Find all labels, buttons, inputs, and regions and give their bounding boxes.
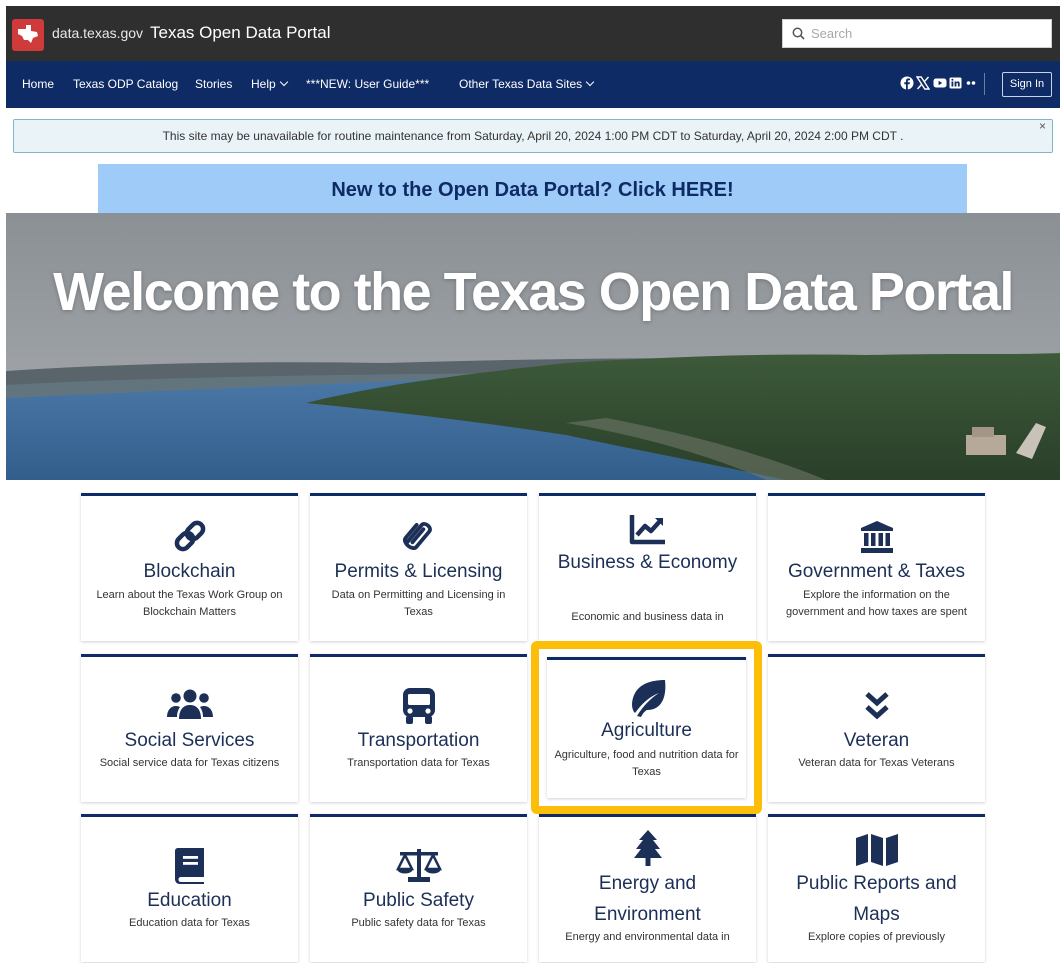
card-description: Economic and business data in: [571, 611, 724, 623]
card-description: Social service data for Texas citizens: [99, 757, 280, 769]
card-title: Public Reports and Maps: [796, 873, 957, 925]
category-card-social-services[interactable]: Social Services Social service data for …: [81, 654, 298, 802]
nav-item-catalog[interactable]: Texas ODP Catalog: [73, 77, 178, 91]
new-user-banner-link[interactable]: New to the Open Data Portal? Click HERE!: [98, 164, 967, 214]
users-icon: [166, 689, 213, 719]
category-card-permits-licensing[interactable]: Permits & Licensing Data on Permitting a…: [310, 493, 527, 641]
nav-item-stories[interactable]: Stories: [195, 77, 232, 91]
nav-item-user-guide[interactable]: ***NEW: User Guide***: [306, 77, 429, 91]
search-input[interactable]: [811, 23, 1047, 44]
category-card-education[interactable]: Education Education data for Texas: [81, 814, 298, 962]
card-title: Permits & Licensing: [334, 561, 503, 582]
linkedin-icon[interactable]: [949, 76, 963, 90]
card-title: Social Services: [124, 730, 255, 751]
lake-landscape-image: [6, 213, 1060, 480]
chevron-down-icon: [279, 77, 288, 87]
nav-item-other-sites[interactable]: Other Texas Data Sites: [459, 77, 595, 91]
search-icon: [792, 27, 805, 40]
search-box[interactable]: [782, 19, 1052, 48]
nav-item-help[interactable]: Help: [251, 77, 288, 91]
nav-label: Home: [22, 77, 55, 91]
nav-divider: [984, 73, 985, 95]
nav-label: Other Texas Data Sites: [459, 77, 583, 91]
bus-icon: [402, 688, 435, 724]
main-nav: Home Texas ODP Catalog Stories Help ***N…: [6, 61, 1060, 108]
card-description: Energy and environmental data in: [565, 931, 730, 943]
category-card-transportation[interactable]: Transportation Transportation data for T…: [310, 654, 527, 802]
card-title: Public Safety: [363, 890, 474, 911]
card-title: Blockchain: [143, 561, 236, 582]
chevron-down-icon: [585, 77, 595, 87]
card-description: Explore copies of previously: [808, 931, 945, 943]
category-card-public-safety[interactable]: Public Safety Public safety data for Tex…: [310, 814, 527, 962]
youtube-icon[interactable]: [933, 76, 947, 90]
category-card-public-reports-maps[interactable]: Public Reports and Maps Explore copies o…: [768, 814, 985, 962]
card-description: Public safety data for Texas: [351, 917, 486, 929]
card-description: Data on Permitting and Licensing in Texa…: [331, 589, 506, 618]
nav-label: Texas ODP Catalog: [73, 77, 179, 91]
category-card-veteran[interactable]: Veteran Veteran data for Texas Veterans: [768, 654, 985, 802]
category-card-business-economy[interactable]: Business & Economy Economic and business…: [539, 493, 756, 641]
landmark-icon: [860, 521, 893, 553]
chevron-double-down-icon: [864, 692, 889, 720]
card-title: Energy and Environment: [594, 873, 701, 925]
card-title: Veteran: [843, 730, 910, 751]
alert-message: This site may be unavailable for routine…: [162, 129, 904, 143]
site-title[interactable]: Texas Open Data Portal: [150, 23, 330, 43]
hero-banner: Welcome to the Texas Open Data Portal: [6, 213, 1060, 480]
category-card-energy-environment[interactable]: Energy and Environment Energy and enviro…: [539, 814, 756, 962]
top-header: data.texas.gov Texas Open Data Portal: [6, 6, 1060, 61]
chart-line-icon: [629, 515, 665, 545]
texas-star-logo[interactable]: [12, 19, 44, 51]
close-icon[interactable]: ×: [1039, 110, 1046, 142]
card-description: Transportation data for Texas: [347, 757, 490, 769]
more-icon[interactable]: [966, 76, 976, 90]
map-icon: [855, 834, 898, 866]
nav-item-home[interactable]: Home: [22, 77, 54, 91]
card-description: Learn about the Texas Work Group on Bloc…: [96, 589, 283, 618]
maintenance-alert: This site may be unavailable for routine…: [13, 119, 1053, 153]
card-description: Explore the information on the governmen…: [785, 589, 967, 618]
sign-in-button[interactable]: Sign In: [1002, 72, 1052, 97]
paperclip-icon: [402, 522, 432, 550]
card-description: Veteran data for Texas Veterans: [798, 757, 955, 769]
tree-icon: [633, 830, 662, 866]
link-icon: [174, 520, 205, 552]
highlight-frame: [531, 641, 762, 814]
card-title: Transportation: [357, 730, 480, 751]
category-card-government-taxes[interactable]: Government & Taxes Explore the informati…: [768, 493, 985, 641]
nav-label: ***NEW: User Guide***: [306, 77, 430, 91]
x-icon[interactable]: [916, 76, 930, 90]
hero-title: Welcome to the Texas Open Data Portal: [53, 262, 1014, 322]
card-description: Education data for Texas: [129, 917, 250, 929]
category-card-blockchain[interactable]: Blockchain Learn about the Texas Work Gr…: [81, 493, 298, 641]
book-icon: [174, 848, 204, 884]
nav-label: Stories: [195, 77, 233, 91]
nav-label: Help: [251, 77, 276, 91]
card-title: Government & Taxes: [787, 561, 966, 582]
card-title: Business & Economy: [557, 552, 738, 573]
balance-scale-icon: [395, 849, 442, 882]
facebook-icon[interactable]: [900, 76, 914, 90]
site-domain[interactable]: data.texas.gov: [52, 25, 143, 41]
card-title: Education: [147, 890, 232, 911]
